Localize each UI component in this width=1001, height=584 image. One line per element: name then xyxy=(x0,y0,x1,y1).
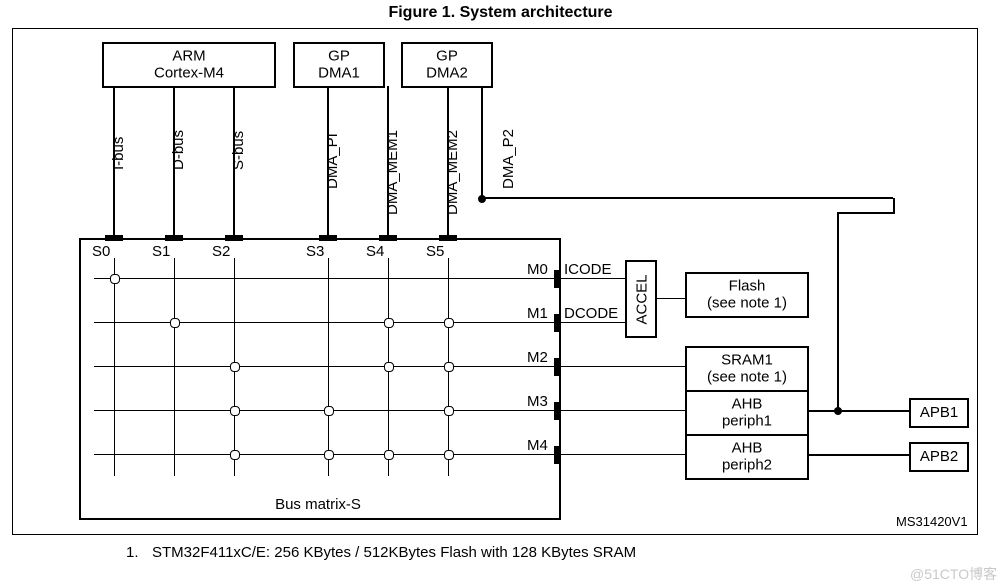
xnode xyxy=(170,318,180,328)
xnode xyxy=(384,450,394,460)
xnode xyxy=(230,450,240,460)
dcode-label: DCODE xyxy=(564,305,618,322)
flash-box: Flash(see note 1) xyxy=(685,272,809,318)
line-m4-ahb2 xyxy=(560,454,685,455)
dma2-line2: DMA2 xyxy=(426,64,468,81)
s2-label: S2 xyxy=(212,243,230,260)
xnode xyxy=(444,450,454,460)
sram1-l1: SRAM1 xyxy=(721,352,773,369)
line-ahb1-out xyxy=(807,410,909,412)
dma1-line2: DMA1 xyxy=(318,64,360,81)
dma2-line1: GP xyxy=(436,48,458,65)
doc-id: MS31420V1 xyxy=(896,514,968,529)
dbus-label: D-bus xyxy=(170,130,187,170)
xnode xyxy=(444,362,454,372)
cpu-line1: ARM xyxy=(172,48,205,65)
dma2-box: GPDMA2 xyxy=(401,42,493,88)
row-m4 xyxy=(94,454,596,455)
conn-dmap2 xyxy=(481,86,483,198)
xnode xyxy=(384,318,394,328)
grid-v1 xyxy=(174,258,175,476)
row-m0 xyxy=(94,278,596,279)
footnote-text: STM32F411xC/E: 256 KBytes / 512KBytes Fl… xyxy=(152,544,636,561)
dmamem1-label: DMA_MEM1 xyxy=(384,130,401,215)
ahb2-l2: periph2 xyxy=(722,456,772,473)
dmap2-label: DMA_P2 xyxy=(500,129,517,189)
line-dmap2-right xyxy=(483,197,893,199)
line-ahb2-out xyxy=(807,454,909,456)
line-right-down xyxy=(893,198,895,214)
dmapi-label: DMA_PI xyxy=(324,133,341,189)
ahb2-l1: AHB xyxy=(732,440,763,457)
bus-matrix-label: Bus matrix-S xyxy=(79,496,557,513)
line-m1-accel xyxy=(560,322,625,323)
cpu-box: ARMCortex-M4 xyxy=(102,42,276,88)
ahb1-l2: periph1 xyxy=(722,412,772,429)
ahb1-box: AHBperiph1 xyxy=(685,390,809,436)
grid-v0 xyxy=(114,258,115,476)
line-m2-sram xyxy=(560,366,685,367)
s4-label: S4 xyxy=(366,243,384,260)
s3-label: S3 xyxy=(306,243,324,260)
line-m0-accel xyxy=(560,278,625,279)
line-accel-flash xyxy=(655,298,685,299)
port-m1 xyxy=(554,314,560,332)
xnode xyxy=(444,406,454,416)
xnode xyxy=(110,274,120,284)
watermark: @51CTO博客 xyxy=(910,564,997,584)
sram1-box: SRAM1(see note 1) xyxy=(685,346,809,392)
m4-label: M4 xyxy=(527,437,548,454)
row-m2 xyxy=(94,366,596,367)
icode-label: ICODE xyxy=(564,261,612,278)
footnote-num: 1. xyxy=(126,544,139,561)
xnode xyxy=(444,318,454,328)
apb2-label: APB2 xyxy=(920,448,958,465)
bus-matrix xyxy=(79,238,561,520)
xnode xyxy=(230,406,240,416)
xnode xyxy=(324,406,334,416)
grid-v3 xyxy=(328,258,329,476)
apb1-label: APB1 xyxy=(920,404,958,421)
xnode xyxy=(230,362,240,372)
dmamem2-label: DMA_MEM2 xyxy=(444,130,461,215)
ahb2-box: AHBperiph2 xyxy=(685,434,809,480)
port-s3 xyxy=(319,235,337,241)
line-m3-ahb1 xyxy=(560,410,685,411)
figure-title: Figure 1. System architecture xyxy=(0,4,1001,22)
port-s0 xyxy=(105,235,123,241)
flash-l1: Flash xyxy=(729,278,766,295)
port-s1 xyxy=(165,235,183,241)
port-s5 xyxy=(439,235,457,241)
apb1-box: APB1 xyxy=(909,398,969,428)
port-s4 xyxy=(379,235,397,241)
line-ahb1-up xyxy=(837,212,839,410)
s0-label: S0 xyxy=(92,243,110,260)
port-m0 xyxy=(554,270,560,288)
xnode xyxy=(384,362,394,372)
ahb1-l1: AHB xyxy=(732,396,763,413)
row-m3 xyxy=(94,410,596,411)
dma1-box: GPDMA1 xyxy=(293,42,385,88)
port-m4 xyxy=(554,446,560,464)
port-m3 xyxy=(554,402,560,420)
sbus-label: S-bus xyxy=(230,131,247,170)
apb2-box: APB2 xyxy=(909,442,969,472)
accel-label: ACCEL xyxy=(634,275,651,325)
ibus-label: I-bus xyxy=(110,137,127,170)
m2-label: M2 xyxy=(527,349,548,366)
dma1-line1: GP xyxy=(328,48,350,65)
m0-label: M0 xyxy=(527,261,548,278)
m1-label: M1 xyxy=(527,305,548,322)
s5-label: S5 xyxy=(426,243,444,260)
s1-label: S1 xyxy=(152,243,170,260)
port-s2 xyxy=(225,235,243,241)
sram1-l2: (see note 1) xyxy=(707,368,787,385)
cpu-line2: Cortex-M4 xyxy=(154,64,224,81)
m3-label: M3 xyxy=(527,393,548,410)
flash-l2: (see note 1) xyxy=(707,294,787,311)
xnode xyxy=(324,450,334,460)
port-m2 xyxy=(554,358,560,376)
accel-box: ACCEL xyxy=(625,260,657,338)
line-top-right xyxy=(838,212,894,214)
